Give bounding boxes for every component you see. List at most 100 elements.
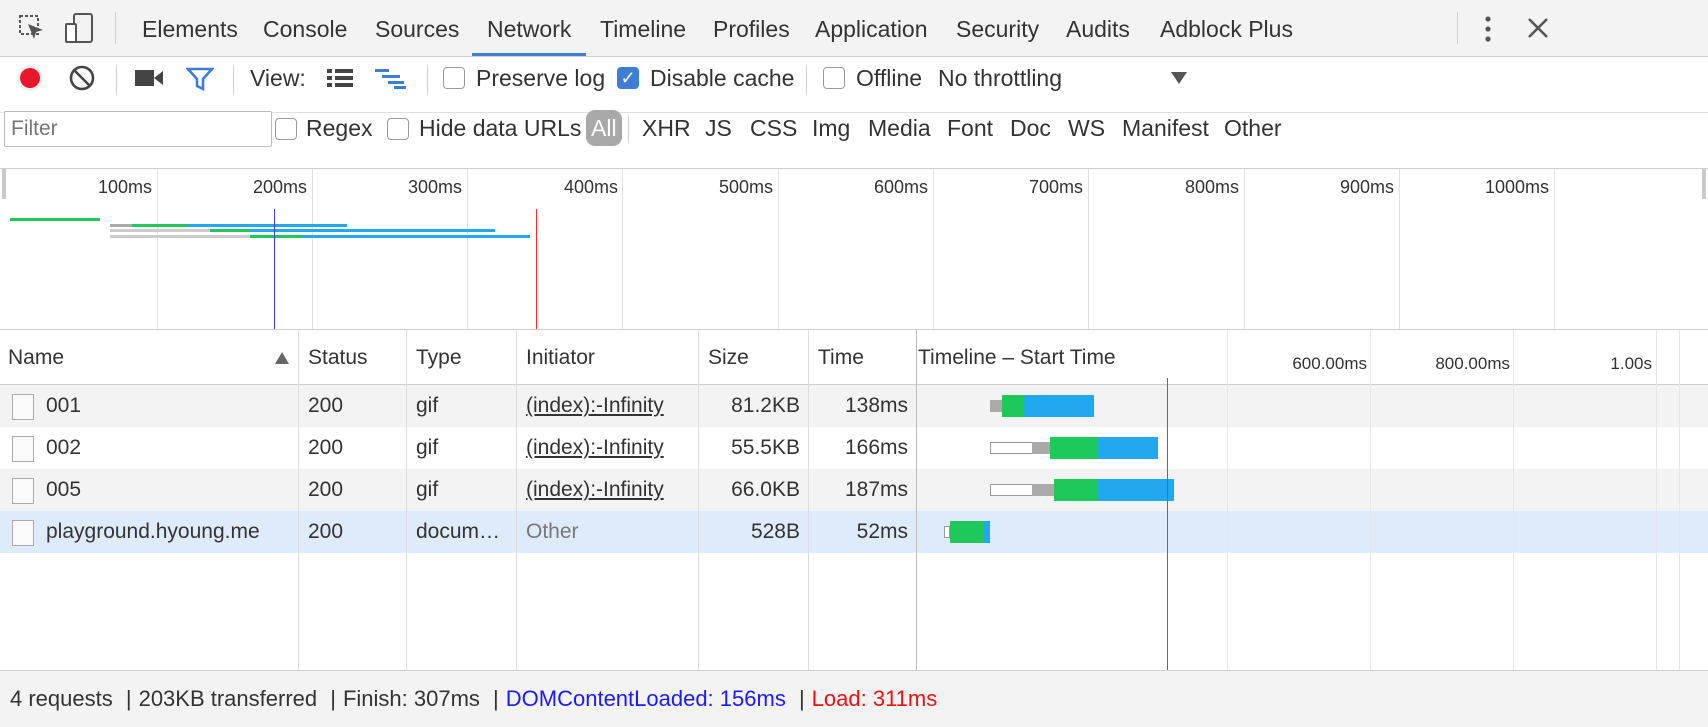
cell-size: 81.2KB [731,394,800,417]
overview-bar [302,235,530,238]
column-header-timeline[interactable]: Timeline – Start Time [918,330,1116,384]
file-image-icon [12,478,34,504]
throttling-select[interactable]: No throttling [938,65,1062,92]
filter-type-xhr[interactable]: XHR [642,115,691,142]
grid-line [622,169,623,329]
overview-tick: 200ms [252,177,307,197]
filter-icon[interactable] [186,65,214,93]
offline-checkbox[interactable] [823,67,845,89]
overview-tick: 900ms [1339,177,1394,197]
more-options-icon[interactable] [1478,14,1498,44]
grid-line [1554,169,1555,329]
hide-data-urls-checkbox[interactable] [387,118,409,140]
grid-line [1679,330,1680,670]
large-rows-icon[interactable] [326,67,354,89]
cell-time: 166ms [844,436,908,459]
filter-type-media[interactable]: Media [868,115,931,142]
overview-bar [210,229,250,232]
grid-line [1227,330,1228,670]
tab-security[interactable]: Security [956,0,1039,56]
table-row[interactable]: 005 200 gif (index):-Infinity 66.0KB 187… [0,469,1708,511]
requests-count: 4 requests [10,686,113,711]
close-icon[interactable] [1526,16,1550,40]
filter-type-doc[interactable]: Doc [1010,115,1051,142]
column-divider[interactable] [698,330,699,670]
capture-screenshots-icon[interactable] [134,67,164,89]
table-row[interactable]: 001 200 gif (index):-Infinity 81.2KB 138… [0,385,1708,427]
overview-bar [110,224,132,227]
tab-audits[interactable]: Audits [1066,0,1130,56]
waterfall-bar-waiting [1032,442,1050,454]
column-divider[interactable] [916,330,917,670]
column-header-size[interactable]: Size [708,330,749,384]
record-icon[interactable] [14,62,46,94]
cell-initiator-link[interactable]: (index):-Infinity [526,427,696,469]
overview-tick: 100ms [97,177,152,197]
filter-type-manifest[interactable]: Manifest [1122,115,1209,142]
overview-scroll-handle-left[interactable] [2,169,6,199]
divider [115,12,116,44]
status-separator: | [125,686,132,711]
overview-bar [250,229,495,232]
waterfall-bar-download [1024,395,1094,417]
overview-scroll-handle-right[interactable] [1702,169,1706,199]
overview-tick: 1000ms [1484,177,1549,197]
cell-name: playground.hyoung.me [46,520,260,543]
tab-timeline[interactable]: Timeline [600,0,686,56]
tab-sources[interactable]: Sources [375,0,459,56]
table-row-selected[interactable]: playground.hyoung.me 200 docum… Other 52… [0,511,1708,553]
tab-adblock-plus[interactable]: Adblock Plus [1160,0,1293,56]
preserve-log-checkbox[interactable] [443,67,465,89]
cell-size: 55.5KB [731,436,800,459]
grid-line [1656,330,1657,670]
filter-type-css[interactable]: CSS [750,115,797,142]
filter-type-img[interactable]: Img [812,115,850,142]
overview-bar [132,224,187,227]
column-divider[interactable] [298,330,299,670]
tab-profiles[interactable]: Profiles [713,0,790,56]
cell-size: 528B [750,520,800,543]
inspect-element-icon[interactable] [18,14,46,42]
filter-type-font[interactable]: Font [947,115,993,142]
regex-checkbox[interactable] [275,118,297,140]
tab-console[interactable]: Console [263,0,347,56]
overview-tick: 600ms [873,177,928,197]
waterfall-bar-download [1098,479,1174,501]
tab-application[interactable]: Application [815,0,928,56]
overview-tick: 400ms [563,177,618,197]
cell-status: 200 [308,394,344,417]
cell-type: gif [416,478,439,501]
cell-initiator-link[interactable]: (index):-Infinity [526,469,696,511]
column-header-time[interactable]: Time [818,330,864,384]
tab-network[interactable]: Network [472,0,587,56]
filter-type-other[interactable]: Other [1224,115,1282,142]
grid-line [312,169,313,329]
filter-type-js[interactable]: JS [705,115,732,142]
column-header-name[interactable]: Name [8,330,64,384]
grid-line [1088,169,1089,329]
filter-type-all[interactable]: All [586,110,622,146]
waterfall-bar-ttfb [1002,395,1024,417]
table-row[interactable]: 002 200 gif (index):-Infinity 55.5KB 166… [0,427,1708,469]
clear-icon[interactable] [68,64,96,92]
disable-cache-checkbox[interactable]: ✓ [617,67,639,89]
overview-tick: 800ms [1184,177,1239,197]
filter-type-ws[interactable]: WS [1068,115,1105,142]
status-bar: 4 requests | 203KB transferred | Finish: 3… [0,670,1708,727]
column-divider[interactable] [516,330,517,670]
column-divider[interactable] [406,330,407,670]
dropdown-arrow-icon[interactable] [1170,71,1188,85]
overview-timeline[interactable]: 100ms 200ms 300ms 400ms 500ms 600ms 700m… [0,169,1708,330]
column-header-status[interactable]: Status [308,330,368,384]
column-header-initiator[interactable]: Initiator [526,330,595,384]
cell-name: 005 [46,478,82,501]
cell-initiator-link[interactable]: (index):-Infinity [526,385,696,427]
filter-input[interactable] [4,111,272,147]
offline-label: Offline [856,65,923,91]
overview-waterfall-icon[interactable] [374,67,408,89]
tab-elements[interactable]: Elements [142,0,238,56]
column-header-type[interactable]: Type [416,330,462,384]
device-mode-icon[interactable] [64,12,96,44]
disable-cache-label: Disable cache [650,65,795,91]
column-divider[interactable] [808,330,809,670]
